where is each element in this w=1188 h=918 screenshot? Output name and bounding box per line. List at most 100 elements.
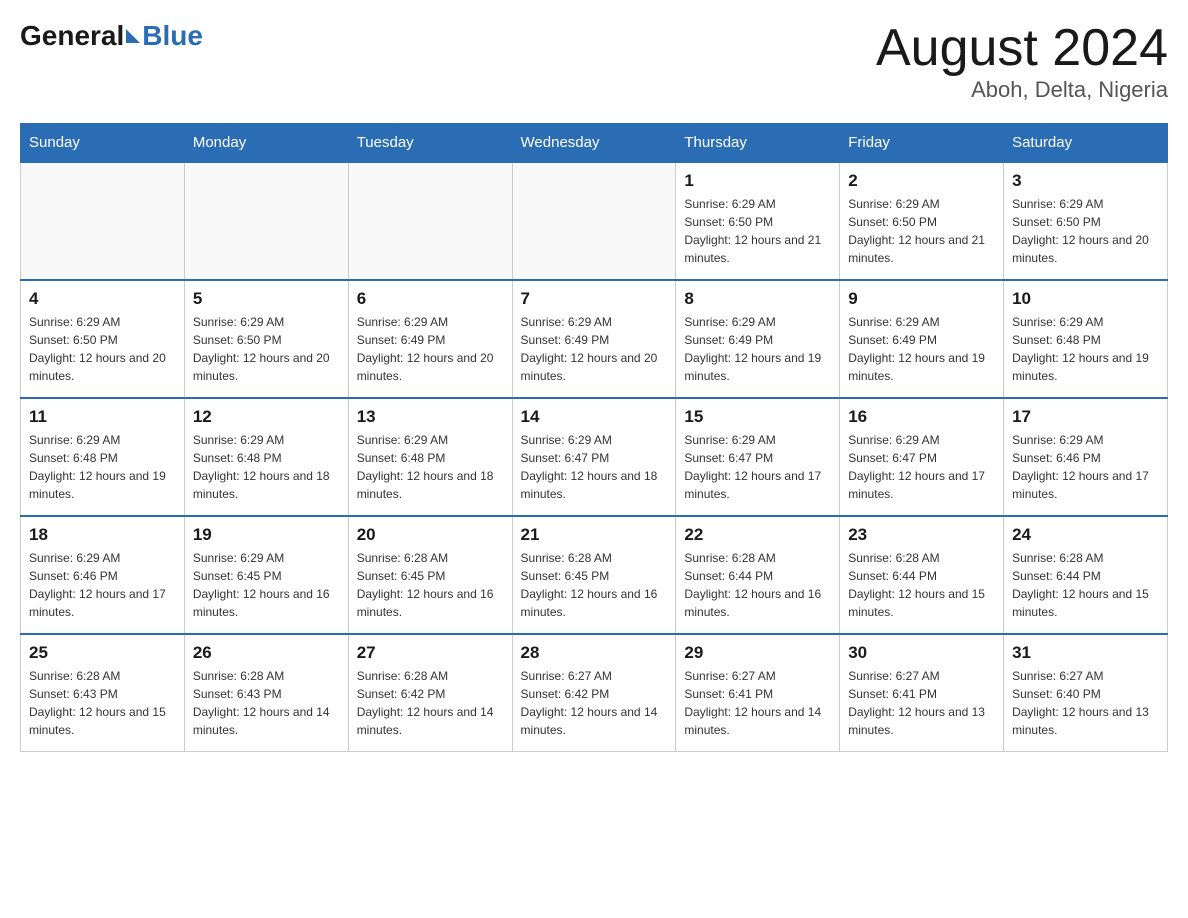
day-number: 16 — [848, 407, 995, 427]
day-info: Sunrise: 6:29 AMSunset: 6:50 PMDaylight:… — [684, 195, 831, 267]
calendar-cell: 5 Sunrise: 6:29 AMSunset: 6:50 PMDaylight… — [184, 280, 348, 398]
title-block: August 2024 Aboh, Delta, Nigeria — [876, 20, 1168, 103]
calendar-week-row: 11 Sunrise: 6:29 AMSunset: 6:48 PMDayligh… — [21, 398, 1168, 516]
day-info: Sunrise: 6:27 AMSunset: 6:41 PMDaylight:… — [684, 667, 831, 739]
calendar-cell: 3Sunrise: 6:29 AMSunset: 6:50 PMDaylight… — [1004, 162, 1168, 280]
calendar-cell: 10 Sunrise: 6:29 AMSunset: 6:48 PMDayligh… — [1004, 280, 1168, 398]
day-number: 14 — [521, 407, 668, 427]
day-number: 13 — [357, 407, 504, 427]
day-info: Sunrise: 6:29 AMSunset: 6:45 PMDaylight:… — [193, 549, 340, 621]
month-title: August 2024 — [876, 20, 1168, 77]
calendar-cell: 6Sunrise: 6:29 AMSunset: 6:49 PMDaylight… — [348, 280, 512, 398]
calendar-header-row: SundayMondayTuesdayWednesdayThursdayFrid… — [21, 124, 1168, 163]
day-number: 31 — [1012, 643, 1159, 663]
calendar-cell: 25Sunrise: 6:28 AMSunset: 6:43 PMDayligh… — [21, 634, 185, 752]
day-info: Sunrise: 6:28 AMSunset: 6:44 PMDaylight:… — [684, 549, 831, 621]
day-number: 29 — [684, 643, 831, 663]
day-number: 9 — [848, 289, 995, 309]
day-info: Sunrise: 6:29 AMSunset: 6:47 PMDaylight:… — [848, 431, 995, 503]
day-number: 22 — [684, 525, 831, 545]
day-number: 20 — [357, 525, 504, 545]
calendar-cell: 20 Sunrise: 6:28 AMSunset: 6:45 PMDayligh… — [348, 516, 512, 634]
calendar-cell: 2 Sunrise: 6:29 AMSunset: 6:50 PMDaylight… — [840, 162, 1004, 280]
day-number: 19 — [193, 525, 340, 545]
day-info: Sunrise: 6:29 AMSunset: 6:48 PMDaylight:… — [1012, 313, 1159, 385]
day-number: 2 — [848, 171, 995, 191]
day-info: Sunrise: 6:28 AMSunset: 6:45 PMDaylight:… — [521, 549, 668, 621]
day-number: 8 — [684, 289, 831, 309]
day-info: Sunrise: 6:29 AMSunset: 6:50 PMDaylight:… — [848, 195, 995, 267]
day-info: Sunrise: 6:29 AMSunset: 6:49 PMDaylight:… — [357, 313, 504, 385]
day-number: 7 — [521, 289, 668, 309]
calendar-cell — [348, 162, 512, 280]
calendar-header-tuesday: Tuesday — [348, 124, 512, 163]
day-number: 10 — [1012, 289, 1159, 309]
day-info: Sunrise: 6:29 AMSunset: 6:50 PMDaylight:… — [29, 313, 176, 385]
calendar-cell: 4 Sunrise: 6:29 AMSunset: 6:50 PMDaylight… — [21, 280, 185, 398]
day-info: Sunrise: 6:28 AMSunset: 6:44 PMDaylight:… — [848, 549, 995, 621]
calendar-cell: 19 Sunrise: 6:29 AMSunset: 6:45 PMDayligh… — [184, 516, 348, 634]
day-number: 21 — [521, 525, 668, 545]
day-number: 24 — [1012, 525, 1159, 545]
day-info: Sunrise: 6:29 AMSunset: 6:47 PMDaylight:… — [684, 431, 831, 503]
day-info: Sunrise: 6:27 AMSunset: 6:42 PMDaylight:… — [521, 667, 668, 739]
day-number: 18 — [29, 525, 176, 545]
day-info: Sunrise: 6:28 AMSunset: 6:42 PMDaylight:… — [357, 667, 504, 739]
day-number: 17 — [1012, 407, 1159, 427]
calendar-cell: 28Sunrise: 6:27 AMSunset: 6:42 PMDayligh… — [512, 634, 676, 752]
day-number: 1 — [684, 171, 831, 191]
calendar-cell: 27 Sunrise: 6:28 AMSunset: 6:42 PMDayligh… — [348, 634, 512, 752]
calendar-cell: 31 Sunrise: 6:27 AMSunset: 6:40 PMDayligh… — [1004, 634, 1168, 752]
calendar-week-row: 18 Sunrise: 6:29 AMSunset: 6:46 PMDayligh… — [21, 516, 1168, 634]
day-info: Sunrise: 6:29 AMSunset: 6:48 PMDaylight:… — [29, 431, 176, 503]
day-info: Sunrise: 6:29 AMSunset: 6:46 PMDaylight:… — [29, 549, 176, 621]
day-number: 11 — [29, 407, 176, 427]
day-info: Sunrise: 6:29 AMSunset: 6:47 PMDaylight:… — [521, 431, 668, 503]
day-info: Sunrise: 6:27 AMSunset: 6:40 PMDaylight:… — [1012, 667, 1159, 739]
day-info: Sunrise: 6:29 AMSunset: 6:49 PMDaylight:… — [848, 313, 995, 385]
calendar-header-friday: Friday — [840, 124, 1004, 163]
location-title: Aboh, Delta, Nigeria — [876, 77, 1168, 103]
day-number: 4 — [29, 289, 176, 309]
calendar-cell: 18 Sunrise: 6:29 AMSunset: 6:46 PMDayligh… — [21, 516, 185, 634]
page-header: General Blue August 2024 Aboh, Delta, Ni… — [20, 20, 1168, 103]
calendar-table: SundayMondayTuesdayWednesdayThursdayFrid… — [20, 123, 1168, 752]
calendar-header-wednesday: Wednesday — [512, 124, 676, 163]
day-info: Sunrise: 6:29 AMSunset: 6:46 PMDaylight:… — [1012, 431, 1159, 503]
day-number: 3 — [1012, 171, 1159, 191]
calendar-cell: 16 Sunrise: 6:29 AMSunset: 6:47 PMDayligh… — [840, 398, 1004, 516]
day-info: Sunrise: 6:28 AMSunset: 6:43 PMDaylight:… — [29, 667, 176, 739]
calendar-cell: 24 Sunrise: 6:28 AMSunset: 6:44 PMDayligh… — [1004, 516, 1168, 634]
calendar-cell: 9 Sunrise: 6:29 AMSunset: 6:49 PMDaylight… — [840, 280, 1004, 398]
calendar-cell: 17 Sunrise: 6:29 AMSunset: 6:46 PMDayligh… — [1004, 398, 1168, 516]
day-info: Sunrise: 6:28 AMSunset: 6:43 PMDaylight:… — [193, 667, 340, 739]
day-info: Sunrise: 6:29 AMSunset: 6:50 PMDaylight:… — [193, 313, 340, 385]
day-info: Sunrise: 6:29 AMSunset: 6:49 PMDaylight:… — [684, 313, 831, 385]
calendar-cell: 21 Sunrise: 6:28 AMSunset: 6:45 PMDayligh… — [512, 516, 676, 634]
calendar-cell: 29 Sunrise: 6:27 AMSunset: 6:41 PMDayligh… — [676, 634, 840, 752]
day-number: 27 — [357, 643, 504, 663]
day-info: Sunrise: 6:29 AMSunset: 6:48 PMDaylight:… — [357, 431, 504, 503]
calendar-cell: 11 Sunrise: 6:29 AMSunset: 6:48 PMDayligh… — [21, 398, 185, 516]
calendar-cell — [512, 162, 676, 280]
calendar-cell: 26Sunrise: 6:28 AMSunset: 6:43 PMDayligh… — [184, 634, 348, 752]
calendar-cell: 22 Sunrise: 6:28 AMSunset: 6:44 PMDayligh… — [676, 516, 840, 634]
day-info: Sunrise: 6:29 AMSunset: 6:49 PMDaylight:… — [521, 313, 668, 385]
day-number: 5 — [193, 289, 340, 309]
day-info: Sunrise: 6:28 AMSunset: 6:44 PMDaylight:… — [1012, 549, 1159, 621]
day-number: 30 — [848, 643, 995, 663]
logo-blue-text: Blue — [142, 20, 203, 52]
day-number: 15 — [684, 407, 831, 427]
calendar-cell: 8 Sunrise: 6:29 AMSunset: 6:49 PMDaylight… — [676, 280, 840, 398]
calendar-cell — [184, 162, 348, 280]
day-info: Sunrise: 6:27 AMSunset: 6:41 PMDaylight:… — [848, 667, 995, 739]
calendar-header-saturday: Saturday — [1004, 124, 1168, 163]
calendar-cell: 13 Sunrise: 6:29 AMSunset: 6:48 PMDayligh… — [348, 398, 512, 516]
calendar-cell: 15 Sunrise: 6:29 AMSunset: 6:47 PMDayligh… — [676, 398, 840, 516]
calendar-cell: 30 Sunrise: 6:27 AMSunset: 6:41 PMDayligh… — [840, 634, 1004, 752]
calendar-cell: 12Sunrise: 6:29 AMSunset: 6:48 PMDayligh… — [184, 398, 348, 516]
calendar-cell: 7 Sunrise: 6:29 AMSunset: 6:49 PMDaylight… — [512, 280, 676, 398]
calendar-cell: 1 Sunrise: 6:29 AMSunset: 6:50 PMDaylight… — [676, 162, 840, 280]
day-info: Sunrise: 6:28 AMSunset: 6:45 PMDaylight:… — [357, 549, 504, 621]
logo-general-text: General — [20, 20, 124, 52]
